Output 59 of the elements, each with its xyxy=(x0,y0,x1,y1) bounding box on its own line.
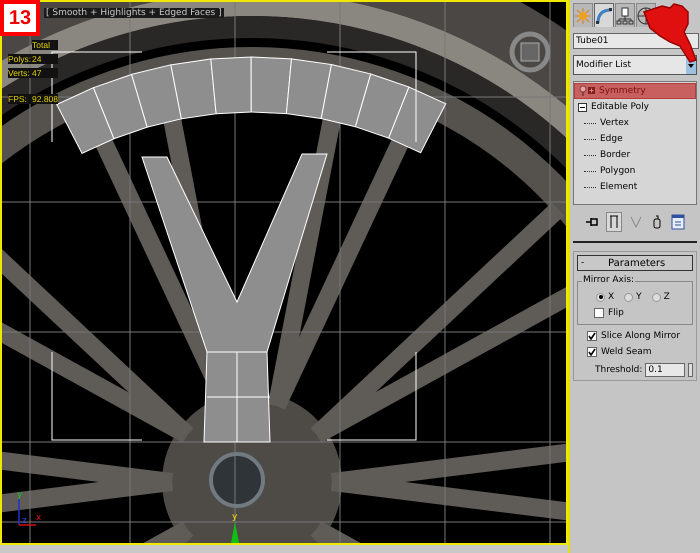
stat-value: 47 xyxy=(32,68,58,78)
hierarchy-tab[interactable] xyxy=(615,3,635,27)
create-tab-icon xyxy=(574,6,592,24)
mesh-face xyxy=(56,87,115,154)
axis-label: y xyxy=(17,490,22,500)
stat-value: 24 xyxy=(32,54,58,64)
group-title: Mirror Axis: xyxy=(582,275,636,285)
threshold-label: Threshold: xyxy=(595,365,642,375)
hierarchy-tab-icon xyxy=(616,6,634,24)
checkbox[interactable]: Weld Seam xyxy=(577,347,693,357)
modify-tab[interactable] xyxy=(594,3,614,27)
viewcube-icon[interactable] xyxy=(510,32,550,72)
mesh-face xyxy=(250,56,292,114)
mesh-face xyxy=(130,64,182,128)
axis-label: x xyxy=(36,513,42,523)
radio-icon[interactable] xyxy=(652,292,661,302)
spinner[interactable] xyxy=(688,363,693,377)
configure-sets-icon[interactable] xyxy=(671,214,685,230)
pointing-hand-icon xyxy=(640,2,698,64)
axis-radio[interactable]: Y xyxy=(624,292,642,302)
mesh-face xyxy=(320,64,372,128)
show-end-result-icon[interactable] xyxy=(607,213,621,231)
sub-object-item[interactable]: Element xyxy=(574,179,696,195)
checkbox[interactable]: Slice Along Mirror xyxy=(577,331,693,341)
fps-label: FPS: xyxy=(8,94,32,104)
bulb-and-plus-icon[interactable] xyxy=(579,85,595,97)
checkbox-icon[interactable] xyxy=(587,347,597,357)
stat-label: Polys: xyxy=(8,54,32,64)
trash-icon[interactable] xyxy=(651,215,663,229)
gizmo-drawing: y xyxy=(231,512,239,543)
stats-heading: Total xyxy=(32,40,58,50)
mesh-face xyxy=(92,74,148,140)
sub-object-item[interactable]: Polygon xyxy=(574,163,696,179)
threshold-field[interactable]: 0.1 xyxy=(645,363,686,377)
modify-tab-icon xyxy=(595,6,613,24)
pin-icon[interactable] xyxy=(585,215,599,229)
stat-label: Verts: xyxy=(8,68,32,78)
step-number: 13 xyxy=(0,0,40,36)
modifier-list-dropdown[interactable]: Modifier List xyxy=(573,55,697,75)
sub-object-item[interactable]: Border xyxy=(574,147,696,163)
mesh-face xyxy=(388,86,446,154)
sub-object-item[interactable]: Vertex xyxy=(574,115,696,131)
mesh-face xyxy=(354,73,410,139)
radio-icon[interactable] xyxy=(624,292,634,302)
checkbox-icon[interactable] xyxy=(594,308,604,318)
sub-object-item[interactable]: Edge xyxy=(574,131,696,147)
axis-radio[interactable]: Z xyxy=(652,292,670,302)
checkbox[interactable]: Flip xyxy=(584,308,686,318)
axis-radio[interactable]: X xyxy=(596,292,614,302)
mesh-face xyxy=(170,58,217,120)
axis-label: z xyxy=(22,516,27,526)
viewport-label[interactable]: [ Smooth + Highlights + Edged Faces ] xyxy=(44,8,224,18)
radio-icon[interactable] xyxy=(596,292,605,302)
collapse-icon[interactable] xyxy=(578,102,587,112)
stack-item[interactable]: Editable Poly xyxy=(574,99,696,115)
checkbox-icon[interactable] xyxy=(587,331,597,341)
mesh-face xyxy=(286,58,332,120)
rollout-header[interactable]: - Parameters xyxy=(577,255,693,271)
fps-value: 92.808 xyxy=(32,94,58,104)
